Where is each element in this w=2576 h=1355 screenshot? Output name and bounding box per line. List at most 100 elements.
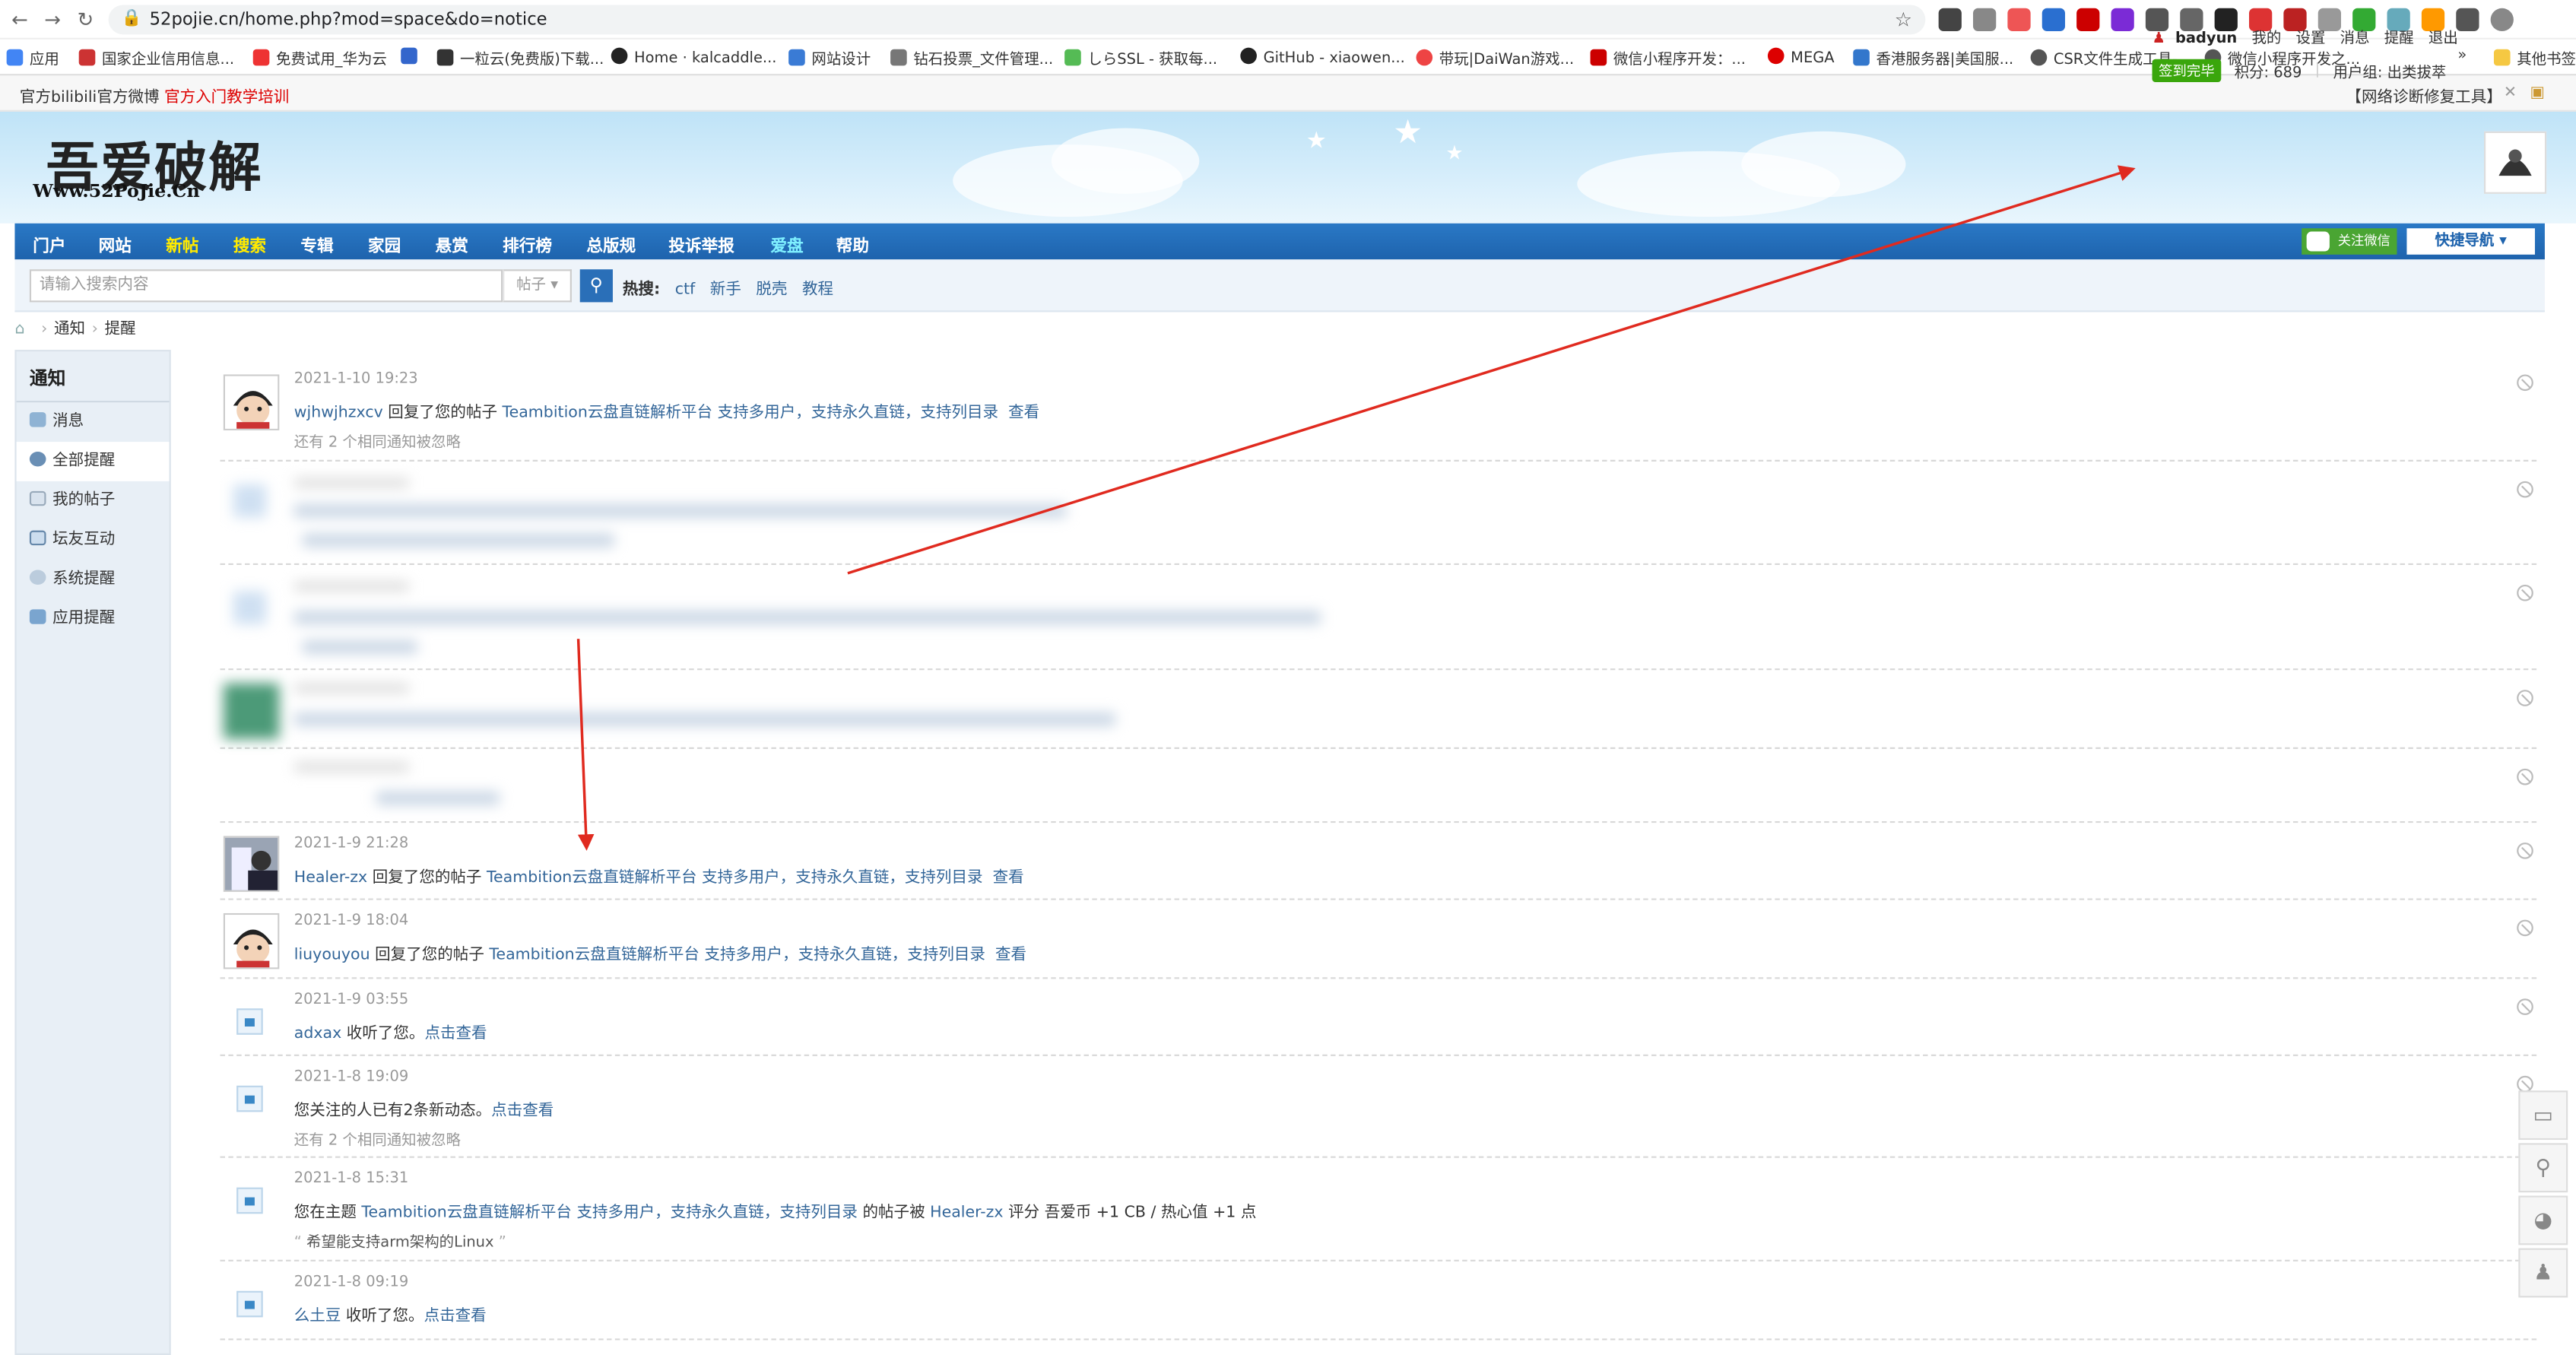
post-link[interactable]: Teambition云盘直链解析平台 支持多用户，支持永久直链，支持列目录 <box>503 404 999 422</box>
search-input[interactable]: 请输入搜索内容 <box>29 269 503 303</box>
bookmark-apps[interactable]: 应用 <box>6 48 59 69</box>
user-link[interactable]: 么土豆 <box>294 1307 341 1325</box>
training-link[interactable]: 官方入门教学培训 <box>164 84 289 107</box>
ignore-icon[interactable] <box>2517 690 2533 706</box>
avatar[interactable] <box>223 912 280 969</box>
reload-icon[interactable]: ↻ <box>72 7 99 33</box>
extension-icon[interactable] <box>2076 8 2100 32</box>
bookmark-item[interactable]: 香港服务器|美国服... <box>1853 48 2013 69</box>
nav-portal[interactable]: 门户 <box>33 232 65 256</box>
wechat-icon[interactable]: ◕ <box>2518 1195 2568 1246</box>
wechat-follow-button[interactable]: 关注微信 <box>2302 228 2397 255</box>
weibo-link[interactable]: 官方微博 <box>97 84 159 107</box>
search-icon[interactable]: ⚲ <box>2518 1143 2568 1193</box>
home-icon[interactable]: ⌂ <box>14 320 24 338</box>
sidebar-item-apps[interactable]: 应用提醒 <box>17 599 170 639</box>
bookmark-item[interactable]: しらSSL - 获取每... <box>1064 48 1217 69</box>
breadcrumb-reminder[interactable]: 提醒 <box>105 320 136 338</box>
ignore-icon[interactable] <box>2517 768 2533 785</box>
nav-aipan[interactable]: 爱盘 <box>770 232 803 256</box>
points-menu[interactable]: 积分: 689 <box>2235 60 2302 81</box>
nav-home[interactable]: 家园 <box>368 232 401 256</box>
bookmark-star-icon[interactable]: ☆ <box>1895 8 1912 31</box>
signin-badge[interactable]: 签到完毕 <box>2152 59 2222 83</box>
post-link[interactable]: Teambition云盘直链解析平台 支持多用户，支持永久直链，支持列目录 <box>489 946 985 964</box>
view-link[interactable]: 查看 <box>1008 404 1039 422</box>
extension-icon[interactable] <box>1973 8 1997 32</box>
ignore-icon[interactable] <box>2517 1075 2533 1093</box>
forward-icon[interactable]: → <box>40 7 66 33</box>
bookmark-item[interactable]: 微信小程序开发：... <box>1590 48 1746 69</box>
user-link[interactable]: Healer-zx <box>294 869 367 887</box>
sidebar-item-my-posts[interactable]: 我的帖子 <box>17 481 170 521</box>
user-link[interactable]: liuyouyou <box>294 946 370 964</box>
bookmark-item[interactable]: Home · kalcaddle... <box>611 47 776 68</box>
messages-link[interactable]: 消息 <box>2340 31 2370 48</box>
username-link[interactable]: badyun <box>2175 31 2237 48</box>
view-link[interactable]: 查看 <box>995 946 1026 964</box>
nav-new-posts[interactable]: 新帖 <box>166 232 198 256</box>
profile-icon[interactable] <box>2490 8 2514 32</box>
my-menu[interactable]: 我的 <box>2251 31 2281 48</box>
notice-menu[interactable]: 提醒 <box>2384 31 2414 48</box>
nav-albums[interactable]: 专辑 <box>300 232 333 256</box>
breadcrumb-notice[interactable]: 通知 <box>54 320 85 338</box>
quick-nav-button[interactable]: 快捷导航 ▾ <box>2406 228 2535 255</box>
nav-report[interactable]: 投诉举报 <box>668 232 734 256</box>
image-icon[interactable]: ▭ <box>2518 1090 2568 1141</box>
post-link[interactable]: Teambition云盘直链解析平台 支持多用户，支持永久直链，支持列目录 <box>361 1204 858 1222</box>
hot-link[interactable]: 教程 <box>802 281 833 299</box>
address-bar[interactable]: 🔒 52pojie.cn/home.php?mod=space&do=notic… <box>108 5 1926 35</box>
ignore-icon[interactable] <box>2517 998 2533 1015</box>
logout-link[interactable]: 退出 <box>2428 31 2458 48</box>
user-avatar[interactable] <box>2483 131 2547 194</box>
search-type-select[interactable]: 帖子 ▾ <box>503 269 572 303</box>
other-bookmarks[interactable]: 其他书签 <box>2493 48 2576 69</box>
view-link[interactable]: 点击查看 <box>424 1307 487 1325</box>
extension-icon[interactable] <box>1938 8 1962 32</box>
hot-link[interactable]: ctf <box>675 281 696 299</box>
ignore-icon[interactable] <box>2517 481 2533 498</box>
bookmark-item[interactable]: 网站设计 <box>788 48 871 69</box>
bookmark-item[interactable]: 免费试用_华为云 <box>252 48 387 69</box>
avatar[interactable] <box>223 374 280 430</box>
user-icon[interactable]: ♟ <box>2518 1248 2568 1298</box>
view-link[interactable]: 查看 <box>993 869 1024 887</box>
extension-icon[interactable] <box>2007 8 2031 32</box>
usergroup-menu[interactable]: 用户组: 出类拔萃 <box>2333 60 2447 81</box>
nav-help[interactable]: 帮助 <box>836 232 869 256</box>
nav-rules[interactable]: 总版规 <box>586 232 636 256</box>
sidebar-item-all-reminders[interactable]: 全部提醒 <box>16 442 170 481</box>
hot-link[interactable]: 新手 <box>710 281 741 299</box>
view-link[interactable]: 点击查看 <box>424 1025 487 1043</box>
back-icon[interactable]: ← <box>7 7 33 33</box>
extension-icon[interactable] <box>2041 8 2066 32</box>
bookmark-item[interactable] <box>401 47 424 68</box>
close-icon[interactable]: ✕ <box>2504 84 2517 102</box>
app-icon[interactable]: ▣ <box>2530 84 2544 102</box>
bookmark-item[interactable]: 一粒云(免费版)下载... <box>436 48 604 69</box>
nav-rewards[interactable]: 悬赏 <box>436 232 468 256</box>
view-link[interactable]: 点击查看 <box>491 1102 554 1120</box>
bookmark-item[interactable]: 带玩|DaiWan游戏... <box>1416 48 1574 69</box>
ignore-icon[interactable] <box>2517 584 2533 601</box>
post-link[interactable]: Teambition云盘直链解析平台 支持多用户，支持永久直链，支持列目录 <box>487 869 983 887</box>
ignore-icon[interactable] <box>2517 843 2533 859</box>
bookmark-item[interactable]: 钻石投票_文件管理... <box>890 48 1053 69</box>
nav-search[interactable]: 搜索 <box>233 232 266 256</box>
sidebar-item-interactions[interactable]: 坛友互动 <box>17 521 170 560</box>
extension-icon[interactable] <box>2111 8 2134 32</box>
bilibili-link[interactable]: 官方bilibili <box>20 84 97 107</box>
ignore-icon[interactable] <box>2517 374 2533 392</box>
user-link[interactable]: wjhwjhzxcv <box>294 404 383 422</box>
bookmark-item[interactable]: GitHub - xiaowen... <box>1240 47 1405 68</box>
user-link[interactable]: Healer-zx <box>930 1204 1003 1222</box>
hot-link[interactable]: 脱壳 <box>756 281 787 299</box>
network-tool-link[interactable]: 【网络诊断修复工具】 <box>2346 84 2501 107</box>
nav-site[interactable]: 网站 <box>99 232 132 256</box>
settings-link[interactable]: 设置 <box>2296 31 2326 48</box>
search-button[interactable]: ⚲ <box>579 269 613 303</box>
bookmark-item[interactable]: 国家企业信用信息... <box>78 48 234 69</box>
user-link[interactable]: adxax <box>294 1025 341 1043</box>
ignore-icon[interactable] <box>2517 919 2533 937</box>
